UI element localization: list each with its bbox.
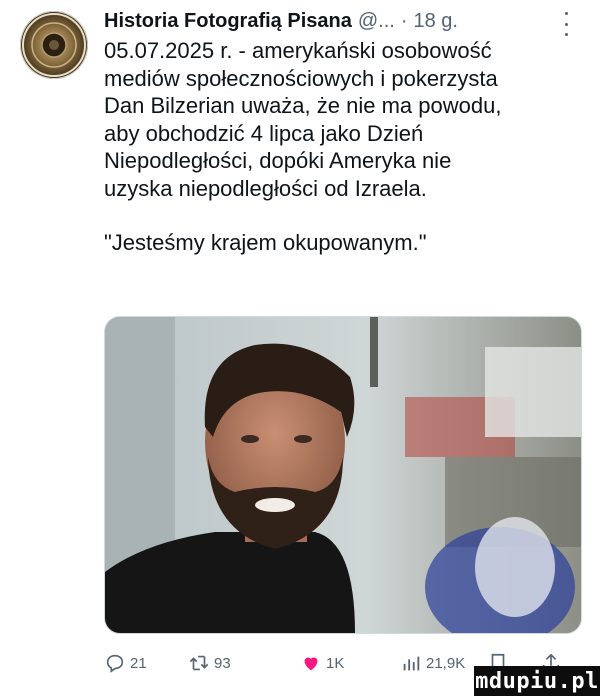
author-name[interactable]: Historia Fotografią Pisana: [104, 10, 352, 33]
tweet-quote: "Jesteśmy krajem okupowanym.": [104, 230, 427, 255]
views-icon: [403, 656, 420, 671]
tweet-header: Historia Fotografią Pisana @... · 18 g.: [104, 6, 584, 36]
reply-count: 21: [130, 654, 147, 672]
tweet-text-line: uzyska niepodległości od Izraela.: [104, 175, 427, 201]
like-button[interactable]: 1K: [300, 652, 344, 674]
author-handle[interactable]: @...: [358, 10, 395, 33]
tweet-photo[interactable]: [104, 316, 582, 634]
tweet-text-line: mediów społecznościowych i pokerzysta: [104, 65, 498, 91]
tweet: Historia Fotografią Pisana @... · 18 g. …: [104, 6, 584, 257]
reply-icon: [106, 654, 124, 673]
repost-button[interactable]: 93: [188, 652, 231, 674]
views-button[interactable]: 21,9K: [400, 652, 465, 674]
tweet-text: 05.07.2025 r. - amerykański osobowość me…: [104, 37, 584, 257]
separator-dot: ·: [400, 9, 408, 32]
heart-icon: [304, 657, 318, 671]
reply-button[interactable]: 21: [104, 652, 147, 674]
tweet-text-line: 05.07.2025 r. - amerykański osobowość: [104, 38, 492, 63]
tweet-text-line: Niepodległości, dopóki Ameryka nie: [104, 148, 452, 173]
tweet-text-line: Dan Bilzerian uważa, że nie ma powodu,: [104, 93, 502, 118]
like-count: 1K: [326, 654, 345, 672]
site-watermark: mdupiu.pl: [474, 666, 600, 696]
more-icon[interactable]: [560, 12, 572, 36]
repost-count: 93: [214, 654, 231, 672]
avatar[interactable]: [20, 11, 88, 79]
tweet-text-line: aby obchodzić 4 lipca jako Dzień: [104, 120, 424, 146]
repost-icon: [189, 655, 209, 671]
views-count: 21,9K: [426, 654, 466, 672]
tweet-time[interactable]: 18 g.: [414, 10, 458, 33]
